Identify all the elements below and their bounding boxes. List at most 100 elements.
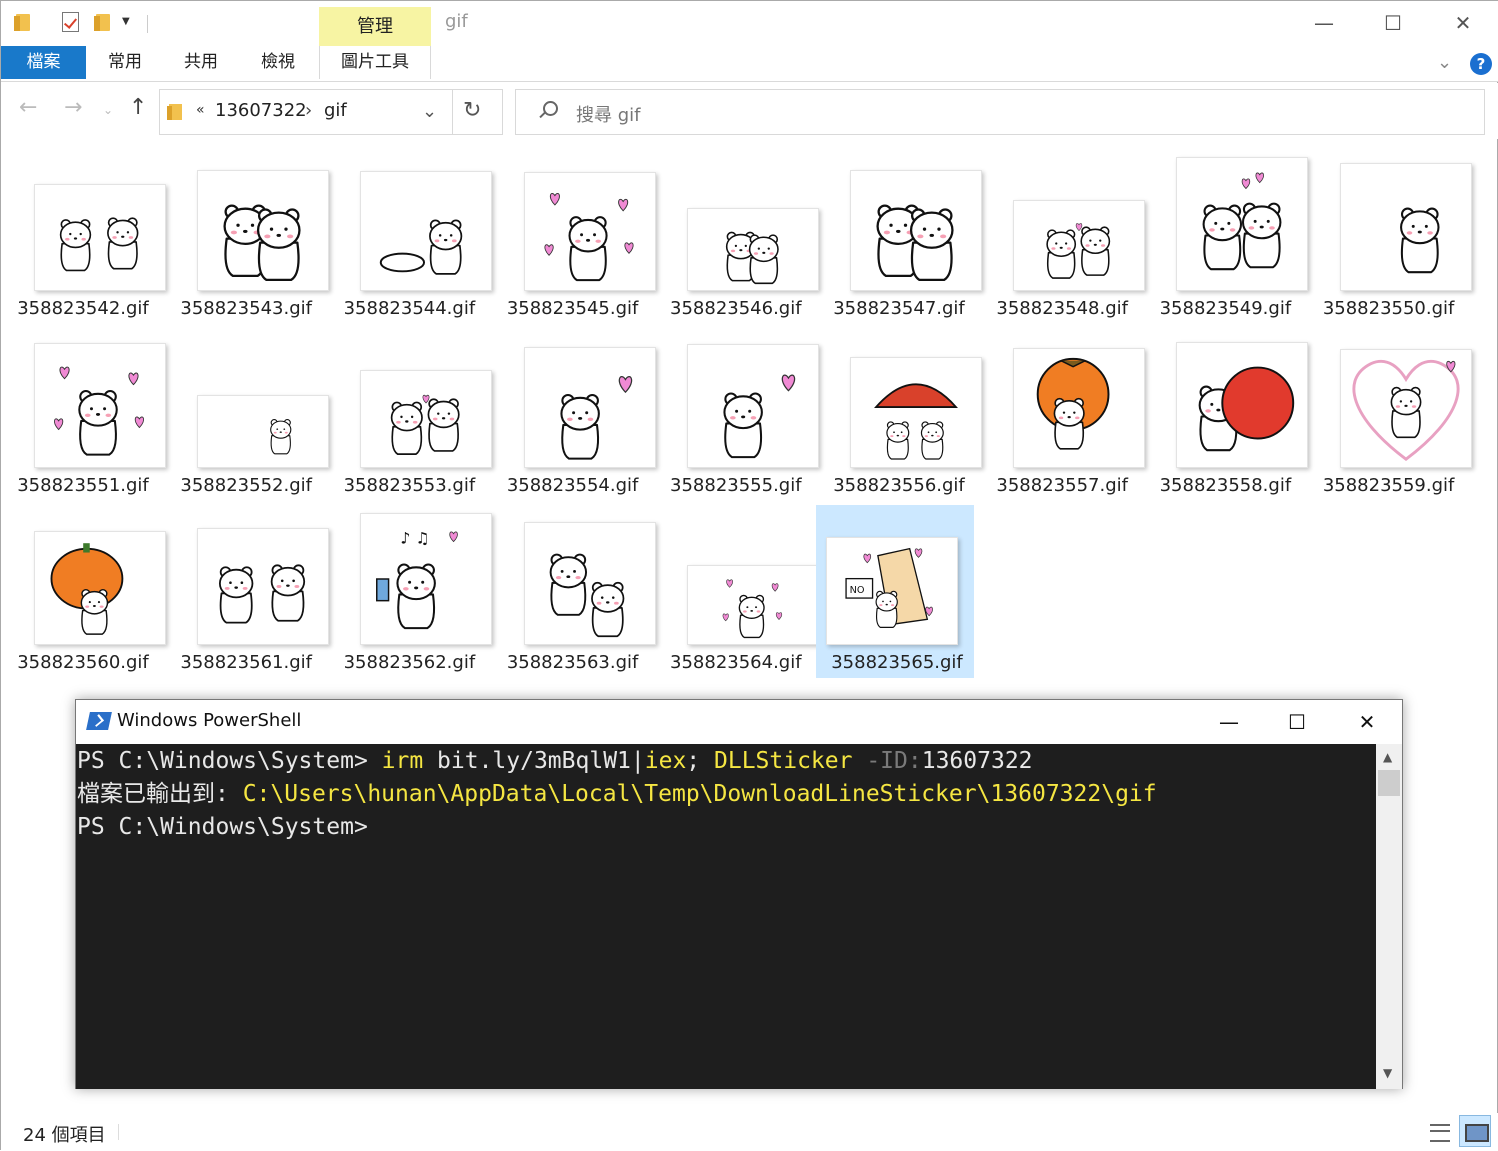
file-item[interactable]: 358823542.gif xyxy=(2,151,166,324)
file-item[interactable]: 358823556.gif xyxy=(818,328,982,501)
file-thumbnail xyxy=(850,357,982,468)
breadcrumb-13607322[interactable]: 13607322 xyxy=(215,100,307,121)
title-bar: ▼ 管理 gif — ☐ ✕ xyxy=(1,1,1498,46)
maximize-button[interactable]: ☐ xyxy=(1358,1,1428,46)
thumbnail-art xyxy=(725,231,779,285)
thumbnail-art xyxy=(1046,223,1111,279)
back-arrow-icon[interactable]: ← xyxy=(19,95,37,120)
large-icons-view-icon[interactable] xyxy=(1459,1115,1491,1147)
file-item[interactable]: 358823559.gif xyxy=(1308,328,1472,501)
file-name: 358823544.gif xyxy=(343,298,476,319)
file-item[interactable]: 358823557.gif xyxy=(981,328,1146,501)
thumbnail-art xyxy=(380,219,463,275)
close-button[interactable]: ✕ xyxy=(1332,700,1402,744)
file-item[interactable]: ♪ ♫ 358823562.gif xyxy=(328,505,493,678)
file-name: 358823563.gif xyxy=(506,652,639,673)
tab-file[interactable]: 檔案 xyxy=(1,46,86,79)
file-thumbnail xyxy=(197,395,330,468)
search-icon xyxy=(538,101,558,121)
console-text: DLLSticker xyxy=(714,748,853,774)
breadcrumb-separator[interactable]: › xyxy=(305,100,312,121)
search-placeholder: 搜尋 gif xyxy=(576,105,641,126)
file-name: 358823555.gif xyxy=(670,475,802,496)
file-thumbnail xyxy=(523,172,656,291)
file-item[interactable]: 358823553.gif xyxy=(328,328,493,501)
forward-arrow-icon[interactable]: → xyxy=(64,95,82,120)
file-item[interactable]: 358823551.gif xyxy=(2,328,166,501)
file-item[interactable]: 358823563.gif xyxy=(492,505,656,678)
file-thumbnail: NO xyxy=(826,537,958,645)
file-item[interactable]: NO 358823565.gif xyxy=(816,505,974,678)
file-item[interactable]: 358823561.gif xyxy=(165,505,330,678)
file-thumbnail xyxy=(1339,163,1472,291)
file-item[interactable]: 358823560.gif xyxy=(2,505,166,678)
quick-access-dropdown-icon[interactable]: ▼ xyxy=(122,16,130,27)
file-item[interactable]: 358823554.gif xyxy=(492,328,656,501)
thumbnail-art xyxy=(876,204,954,281)
console-text: 檔案已輸出到: xyxy=(77,781,243,807)
breadcrumb-overflow[interactable]: « xyxy=(196,102,205,118)
new-folder-icon[interactable] xyxy=(93,11,113,33)
folder-icon[interactable] xyxy=(13,11,33,33)
file-item[interactable]: 358823546.gif xyxy=(655,151,819,324)
file-item[interactable]: 358823543.gif xyxy=(165,151,330,324)
file-item[interactable]: 358823549.gif xyxy=(1144,151,1309,324)
minimize-button[interactable]: — xyxy=(1194,700,1264,744)
thumbnail-art xyxy=(391,394,461,455)
console-text: -ID: xyxy=(852,748,922,774)
console-text: bit.ly/3mBqlW1| xyxy=(423,748,645,774)
file-name: 358823549.gif xyxy=(1159,298,1292,319)
tab-home[interactable]: 常用 xyxy=(95,46,155,79)
file-item[interactable]: 358823550.gif xyxy=(1308,151,1472,324)
file-name: 358823547.gif xyxy=(833,298,965,319)
console-output[interactable]: PS C:\Windows\System> irm bit.ly/3mBqlW1… xyxy=(76,744,1376,1089)
tab-view[interactable]: 檢視 xyxy=(248,46,308,79)
scroll-up-arrow-icon[interactable]: ▲ xyxy=(1383,750,1392,764)
close-button[interactable]: ✕ xyxy=(1428,1,1498,46)
file-item[interactable]: 358823547.gif xyxy=(818,151,982,324)
file-thumbnail xyxy=(34,184,166,291)
console-line: PS C:\Windows\System> xyxy=(77,811,1376,844)
file-item[interactable]: 358823555.gif xyxy=(655,328,819,501)
file-item[interactable]: 358823544.gif xyxy=(328,151,493,324)
file-thumbnail xyxy=(523,522,656,645)
file-thumbnail xyxy=(686,344,819,468)
chevron-down-icon[interactable]: ⌄ xyxy=(1437,52,1452,73)
file-thumbnail xyxy=(1176,157,1309,291)
address-bar[interactable]: « 13607322 › gif ⌄ ↻ xyxy=(159,89,503,135)
breadcrumb-gif[interactable]: gif xyxy=(324,100,347,121)
file-thumbnail xyxy=(523,347,656,468)
chevron-down-icon[interactable]: ⌄ xyxy=(422,101,437,122)
minimize-button[interactable]: — xyxy=(1289,1,1359,46)
scroll-down-arrow-icon[interactable]: ▼ xyxy=(1383,1066,1392,1080)
console-line: PS C:\Windows\System> irm bit.ly/3mBqlW1… xyxy=(77,745,1376,778)
file-item[interactable]: 358823552.gif xyxy=(165,328,330,501)
thumbnail-art xyxy=(1399,207,1440,274)
folder-icon xyxy=(167,104,182,120)
file-name: 358823564.gif xyxy=(670,652,802,673)
scrollbar-thumb[interactable] xyxy=(1378,770,1400,796)
recent-locations-chevron-icon[interactable]: ⌄ xyxy=(103,103,113,117)
console-text: irm xyxy=(381,748,424,774)
help-icon[interactable]: ? xyxy=(1470,53,1492,75)
file-thumbnail xyxy=(1013,348,1146,468)
file-item[interactable]: 358823558.gif xyxy=(1144,328,1309,501)
search-input[interactable]: 搜尋 gif xyxy=(515,89,1485,135)
tab-picture-tools[interactable]: 圖片工具 xyxy=(319,46,431,79)
file-thumbnail xyxy=(34,531,166,645)
refresh-icon[interactable]: ↻ xyxy=(463,98,481,123)
file-item[interactable]: 358823564.gif xyxy=(655,505,819,678)
properties-icon[interactable] xyxy=(61,11,81,33)
details-view-icon[interactable] xyxy=(1427,1119,1453,1145)
file-item[interactable]: 358823548.gif xyxy=(981,151,1146,324)
manage-contextual-tab[interactable]: 管理 xyxy=(319,7,431,46)
maximize-button[interactable]: ☐ xyxy=(1262,700,1332,744)
thumbnail-art xyxy=(1036,357,1110,450)
file-name: 358823559.gif xyxy=(1322,475,1455,496)
file-item[interactable]: 358823545.gif xyxy=(492,151,656,324)
tab-share[interactable]: 共用 xyxy=(171,46,231,79)
thumbnail-art xyxy=(223,204,301,281)
scrollbar[interactable]: ▲ ▼ xyxy=(1376,744,1402,1089)
up-arrow-icon[interactable]: ↑ xyxy=(129,95,147,120)
file-thumbnail xyxy=(197,170,330,291)
